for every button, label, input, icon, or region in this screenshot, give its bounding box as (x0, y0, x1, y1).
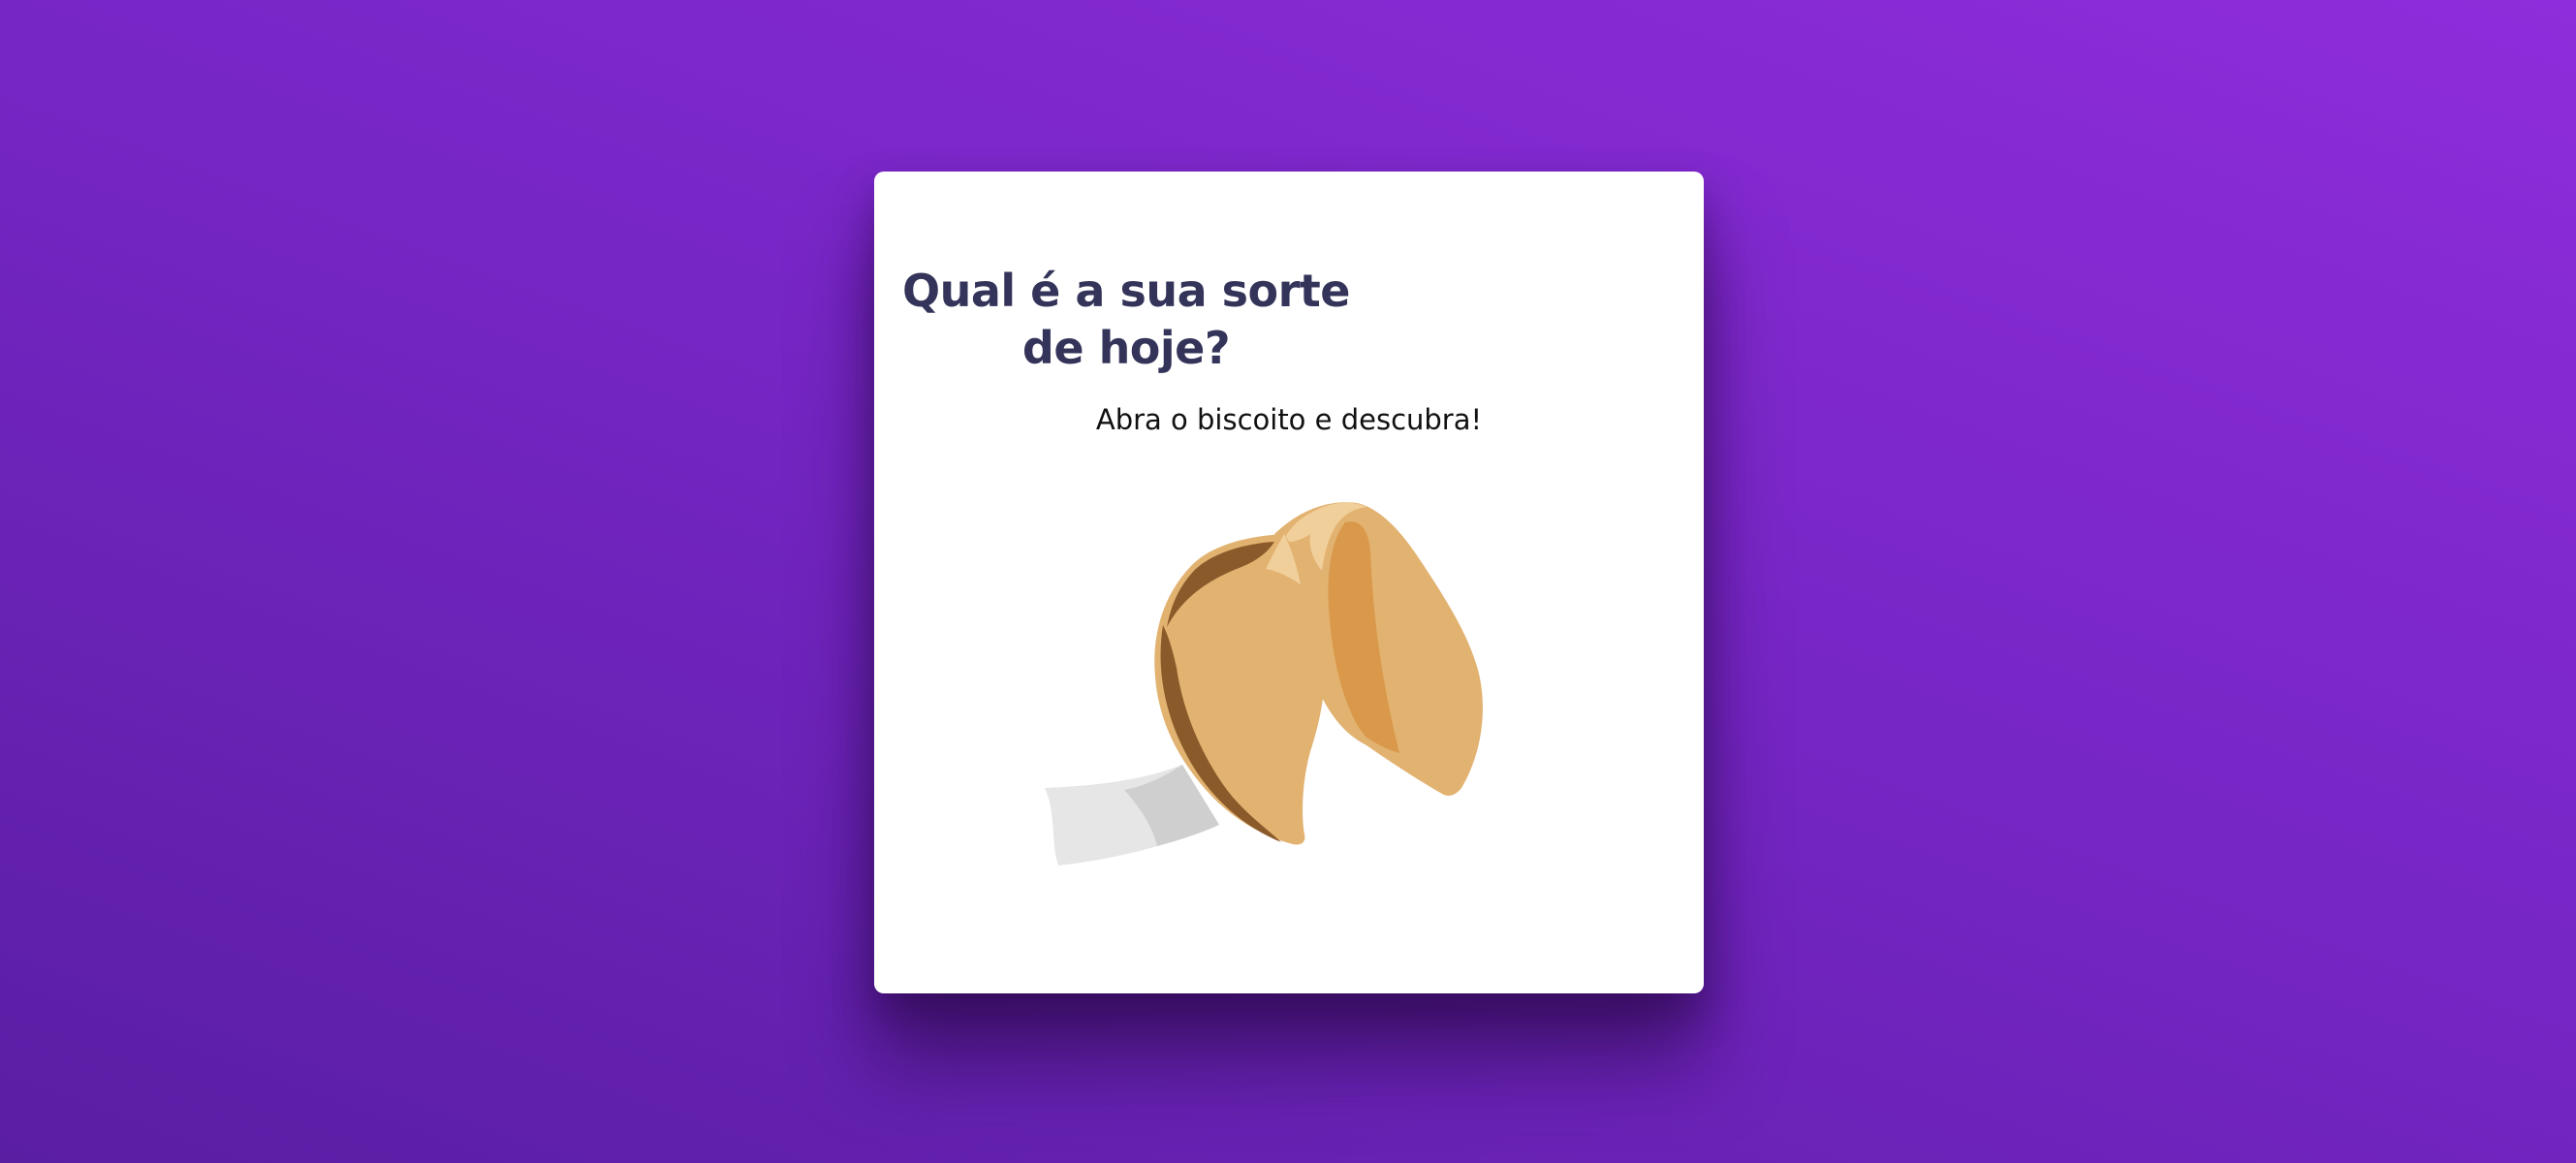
fortune-cookie-icon[interactable] (1037, 484, 1541, 871)
page-subtitle: Abra o biscoito e descubra! (1095, 403, 1483, 436)
fortune-card: Qual é a sua sorte de hoje? Abra o bisco… (874, 172, 1704, 993)
page-title: Qual é a sua sorte de hoje? (902, 265, 1350, 374)
fortune-paper (1045, 765, 1219, 865)
